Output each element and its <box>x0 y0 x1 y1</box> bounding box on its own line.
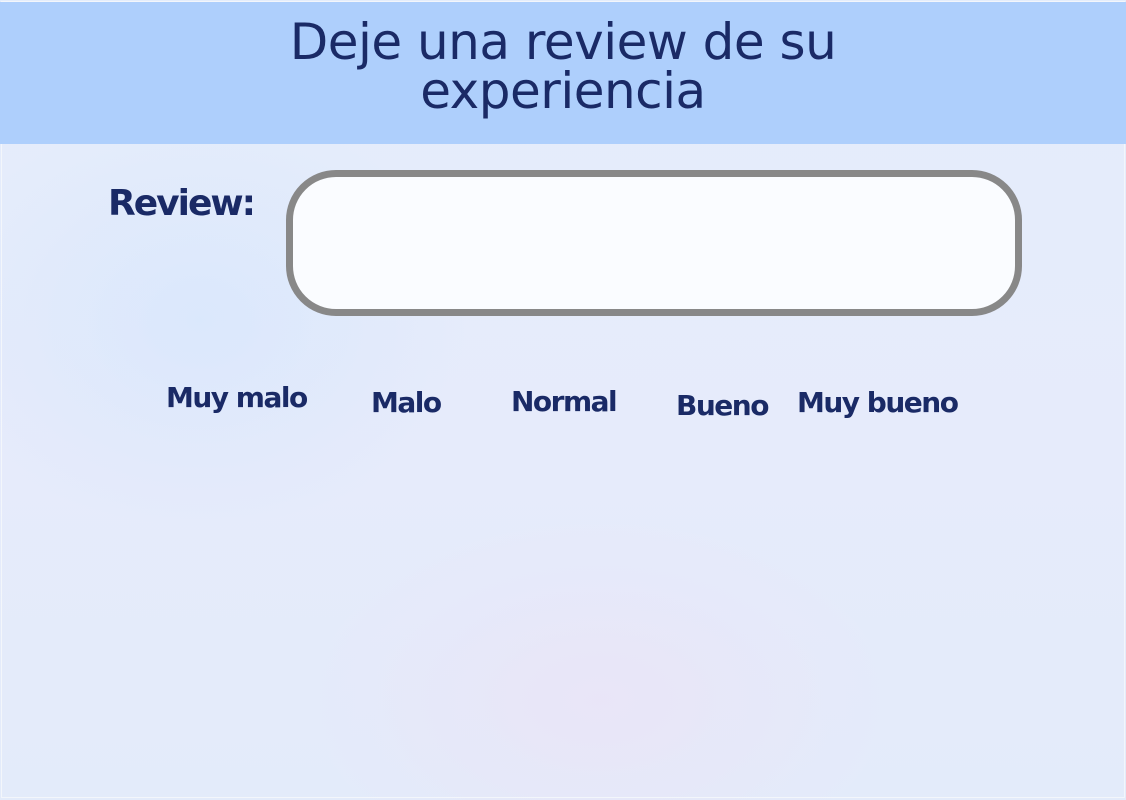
review-input[interactable] <box>286 170 1022 316</box>
rating-option-muy-malo[interactable]: Muy malo <box>166 381 308 414</box>
rating-option-muy-bueno[interactable]: Muy bueno <box>797 386 959 419</box>
page-title-line-1: Deje una review de su <box>289 13 837 71</box>
rating-option-bueno[interactable]: Bueno <box>676 389 769 422</box>
page-title: Deje una review de su experiencia <box>0 13 1126 120</box>
rating-option-normal[interactable]: Normal <box>511 385 618 418</box>
review-label: Review: <box>108 183 256 224</box>
rating-option-malo[interactable]: Malo <box>371 386 442 419</box>
page-title-line-2: experiencia <box>420 62 706 120</box>
page-header: Deje una review de su experiencia <box>0 2 1126 144</box>
